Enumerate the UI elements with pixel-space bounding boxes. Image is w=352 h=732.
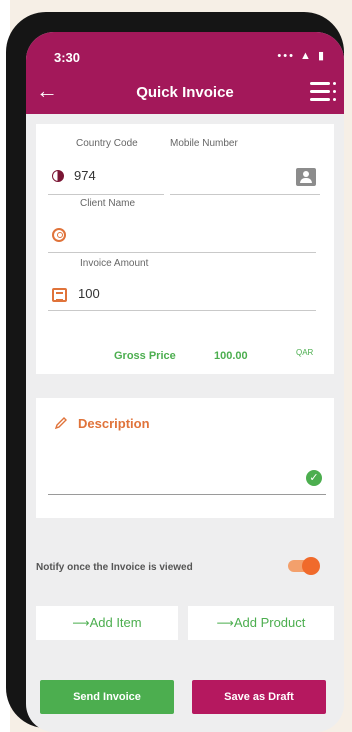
client-name-input[interactable]	[78, 228, 308, 244]
invoice-icon	[52, 288, 67, 302]
country-code-input[interactable]: 974	[74, 168, 154, 183]
toggle-knob	[302, 557, 320, 575]
contact-icon[interactable]	[296, 168, 316, 186]
add-item-button[interactable]: ⟶Add Item	[36, 606, 178, 640]
currency-label: QAR	[296, 348, 314, 357]
menu-icon[interactable]	[310, 82, 336, 102]
country-code-label: Country Code	[76, 138, 138, 149]
description-label: Description	[78, 416, 150, 431]
arrow-right-icon: ⟶	[72, 616, 90, 630]
page-title: Quick Invoice	[136, 84, 234, 101]
mobile-number-label: Mobile Number	[170, 138, 238, 149]
description-input[interactable]	[48, 442, 298, 482]
client-icon	[52, 228, 66, 242]
status-time: 3:30	[54, 50, 81, 65]
status-icons: ••• ▲ ▮	[277, 50, 326, 62]
invoice-amount-underline	[48, 310, 316, 311]
check-icon: ✓	[306, 470, 322, 486]
client-name-label: Client Name	[80, 198, 136, 209]
add-product-button[interactable]: ⟶Add Product	[188, 606, 334, 640]
mobile-underline	[170, 194, 320, 195]
mobile-number-input[interactable]	[170, 168, 290, 184]
description-underline	[48, 494, 326, 495]
invoice-amount-label: Invoice Amount	[80, 258, 149, 269]
description-card: Description ✓	[36, 398, 334, 518]
qatar-flag-icon	[52, 170, 64, 182]
gross-price-value: 100.00	[214, 350, 248, 362]
country-code-underline	[48, 194, 164, 195]
add-product-label: Add Product	[233, 615, 306, 630]
arrow-right-icon: ⟶	[216, 616, 234, 630]
status-bar: 3:30 ••• ▲ ▮	[26, 32, 344, 72]
top-app-bar: ← Quick Invoice	[26, 72, 344, 114]
screen: 3:30 ••• ▲ ▮ ← Quick Invoice Country Cod…	[26, 32, 344, 732]
send-invoice-button[interactable]: Send Invoice	[40, 680, 174, 714]
add-item-label: Add Item	[89, 615, 142, 630]
notify-label: Notify once the Invoice is viewed	[36, 562, 193, 573]
gross-price-label: Gross Price	[114, 350, 176, 362]
pencil-icon	[54, 417, 67, 430]
save-draft-button[interactable]: Save as Draft	[192, 680, 326, 714]
client-name-underline	[48, 252, 316, 253]
invoice-amount-input[interactable]: 100	[78, 286, 308, 301]
notify-toggle[interactable]	[286, 556, 320, 576]
invoice-card: Country Code 974 Mobile Number Client Na…	[36, 124, 334, 374]
phone-frame: 3:30 ••• ▲ ▮ ← Quick Invoice Country Cod…	[6, 12, 344, 732]
